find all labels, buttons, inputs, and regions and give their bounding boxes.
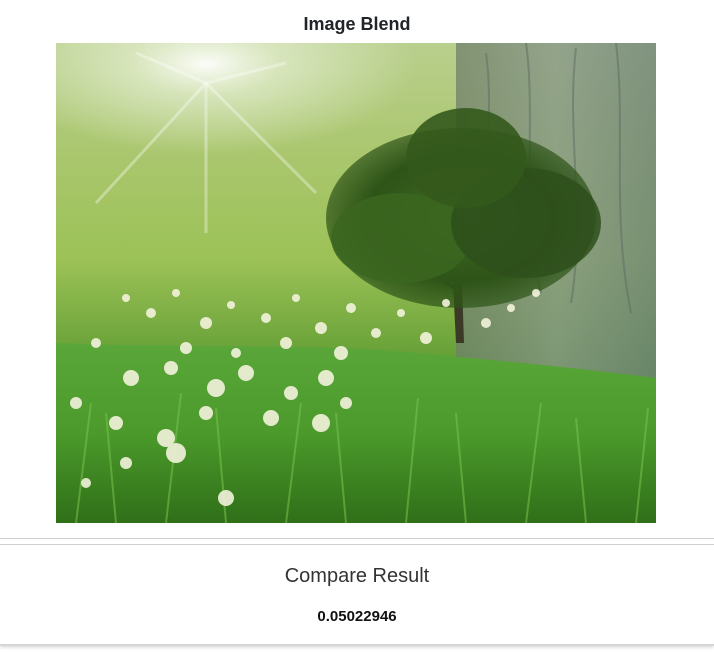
image-blend-panel: Image Blend <box>0 0 714 538</box>
page: Image Blend Compare Result 0.05022946 <box>0 0 714 652</box>
divider <box>0 538 714 539</box>
compare-result-title: Compare Result <box>284 565 430 587</box>
compare-result-value: 0.05022946 <box>317 608 397 625</box>
blended-image <box>56 43 656 523</box>
image-blend-title: Image Blend <box>303 14 411 34</box>
compare-result-panel: Compare Result 0.05022946 <box>0 545 714 646</box>
